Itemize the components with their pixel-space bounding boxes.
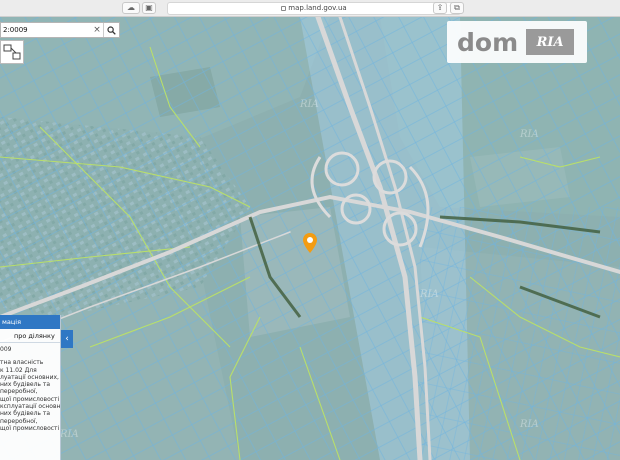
tab-parcel-info[interactable]: про ділянку [0, 329, 60, 343]
detail-line: к 11.02 Для [0, 366, 37, 374]
svg-text:RIA: RIA [419, 289, 439, 300]
url-text: map.land.gov.ua [288, 4, 347, 12]
svg-text:RIA: RIA [519, 129, 539, 140]
detail-line: переробної, [0, 388, 38, 396]
search-input[interactable]: 2:0009 [1, 26, 91, 34]
logo-word: dom [457, 27, 519, 57]
detail-line: переробної, [0, 417, 38, 425]
search-icon [107, 25, 116, 35]
svg-text:RIA: RIA [299, 99, 319, 110]
cadastral-map[interactable]: RIA RIA RIA RIA RIA [0, 17, 620, 460]
detail-line: луатації основних, [0, 373, 59, 381]
detail-line: щої промисловості [0, 424, 60, 432]
dom-ria-logo: dom RIA [447, 21, 587, 63]
map-tools-icon[interactable] [0, 40, 24, 64]
cadastral-search[interactable]: 2:0009 × [0, 22, 120, 38]
detail-line: тна власність [0, 359, 44, 367]
address-bar[interactable]: map.land.gov.ua ↻ [167, 2, 461, 15]
browser-toolbar: ☁ ▣ map.land.gov.ua ↻ ⇪ ⧉ [0, 0, 620, 17]
panel-header: мація [0, 315, 60, 329]
logo-badge: RIA [526, 29, 575, 55]
cloud-icon[interactable]: ☁ [122, 2, 140, 14]
share-icon[interactable]: ⇪ [433, 2, 447, 14]
svg-text:RIA: RIA [59, 429, 79, 440]
svg-text:RIA: RIA [519, 419, 539, 430]
tabs-icon[interactable]: ▣ [142, 2, 156, 14]
close-icon[interactable]: × [91, 25, 103, 35]
detail-line: них будівель та [0, 381, 51, 389]
parcel-info-panel: мація про ділянку 009 тна власність к 11… [0, 315, 61, 460]
chevron-left-icon[interactable]: ‹ [61, 330, 73, 348]
window-icon[interactable]: ⧉ [450, 2, 464, 14]
lock-icon [281, 5, 287, 11]
detail-line: них будівель та [0, 410, 51, 418]
detail-line: 009 [0, 346, 12, 353]
detail-line: ксплуатації основних, [0, 403, 60, 411]
detail-line: щої промисловості [0, 395, 60, 403]
parcel-details: 009 тна власність к 11.02 Для луатації о… [0, 343, 60, 432]
search-button[interactable] [103, 23, 119, 37]
